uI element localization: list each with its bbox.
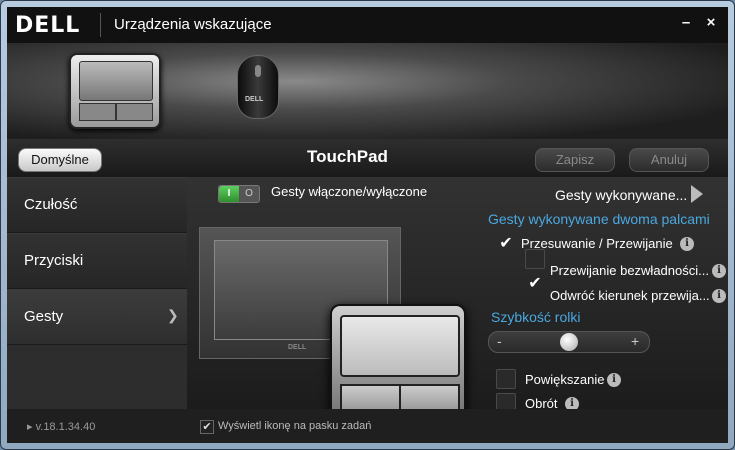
inertia-scroll-label: Przewijanie bezwładności... [550,263,709,278]
gestures-toggle[interactable]: I O [218,185,260,203]
sidebar-item-label: Czułość [24,196,78,213]
minimize-button[interactable]: – [676,14,696,31]
gestures-performed-link[interactable]: Gesty wykonywane... [555,187,687,203]
device-banner: DELL [7,43,728,139]
sidebar-item-label: Przyciski [24,252,84,269]
scroll-checkbox[interactable]: ✔ [496,234,516,254]
version-label: ▸ v.18.1.34.40 [27,421,96,433]
cancel-button[interactable]: Anuluj [629,148,709,172]
save-button[interactable]: Zapisz [535,148,615,172]
preview-brand: DELL [288,344,307,351]
zoom-label: Powiększanie [525,372,605,387]
arrow-right-icon[interactable] [691,185,703,203]
sidebar-item-buttons[interactable]: Przyciski [7,233,187,289]
two-finger-gestures-title: Gesty wykonywane dwoma palcami [488,211,710,227]
mouse-brand: DELL [245,96,264,103]
info-icon[interactable]: i [680,237,694,251]
slider-minus: - [497,333,502,349]
gestures-toggle-label: Gesty włączone/wyłączone [271,184,428,199]
tray-icon-label: Wyświetl ikonę na pasku zadań [218,420,372,432]
tray-icon-checkbox[interactable]: ✔ [200,420,214,434]
close-button[interactable]: × [701,14,721,31]
reverse-scroll-checkbox[interactable]: ✔ [525,274,545,294]
content-area: DELL Domyślne Zapisz Anuluj TouchPad Czu… [7,43,728,443]
title-separator [100,13,101,37]
title-bar: DELL Urządzenia wskazujące – × [7,7,728,43]
dell-logo: DELL [15,13,81,38]
inertia-scroll-checkbox[interactable] [525,249,545,269]
sidebar-item-gestures[interactable]: Gesty ❯ [7,289,187,345]
info-icon[interactable]: i [712,264,726,278]
window-title: Urządzenia wskazujące [114,16,272,33]
gestures-panel: I O Gesty włączone/wyłączone Gesty wykon… [187,177,728,424]
sidebar-item-label: Gesty [24,308,64,325]
scroll-speed-slider[interactable]: - + [488,331,650,353]
chevron-right-icon: ❯ [167,307,179,323]
mouse-icon[interactable]: DELL [237,55,279,119]
info-icon[interactable]: i [712,289,726,303]
slider-plus: + [631,333,640,349]
zoom-checkbox[interactable] [496,369,516,389]
defaults-button[interactable]: Domyślne [18,148,102,172]
toggle-off-label: O [245,188,253,199]
sidebar: Czułość Przyciski Gesty ❯ [7,177,187,409]
slider-thumb[interactable] [560,333,578,351]
reverse-scroll-label: Odwróć kierunek przewija... [550,288,710,303]
scroll-speed-title: Szybkość rolki [491,309,581,325]
sidebar-item-sensitivity[interactable]: Czułość [7,177,187,233]
section-title: TouchPad [307,147,388,166]
window: DELL Urządzenia wskazujące – × DELL Domy… [0,0,735,450]
touchpad-icon[interactable] [69,53,161,129]
touchpad-illustration [330,304,466,424]
version-text: v.18.1.34.40 [35,421,96,433]
toggle-on-label: I [219,186,239,202]
footer: ▸ v.18.1.34.40 ✔ Wyświetl ikonę na pasku… [7,409,728,443]
info-icon[interactable]: i [607,373,621,387]
